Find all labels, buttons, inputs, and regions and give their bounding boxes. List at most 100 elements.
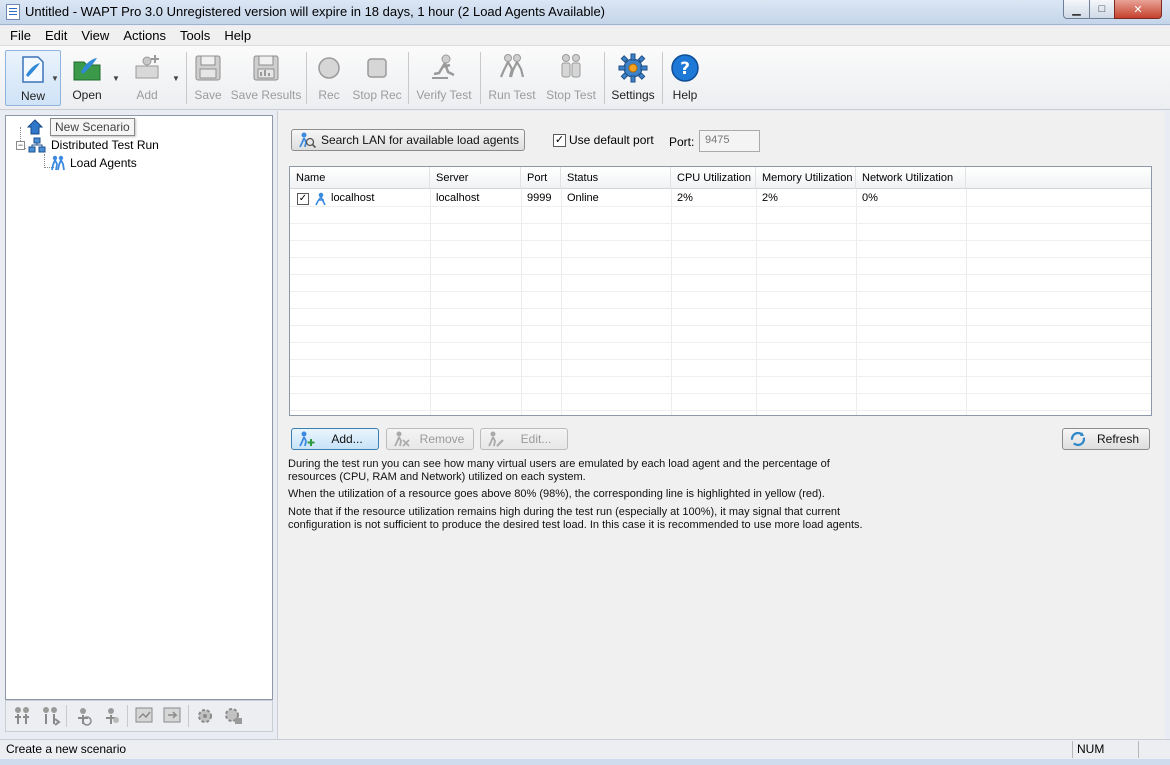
- add-scenario-icon: [135, 55, 159, 79]
- run-test-button[interactable]: Run Test: [485, 50, 539, 106]
- agent-name: localhost: [331, 192, 375, 204]
- stop-rec-button[interactable]: Stop Rec: [352, 50, 402, 106]
- menu-edit[interactable]: Edit: [38, 28, 74, 43]
- use-default-port-checkbox[interactable]: ✓: [553, 133, 566, 147]
- menu-file[interactable]: File: [3, 28, 38, 43]
- rec-button[interactable]: Rec: [311, 50, 347, 106]
- table-row-empty: [290, 394, 1151, 411]
- table-row-empty: [290, 360, 1151, 377]
- use-default-port-row[interactable]: ✓ Use default port: [553, 133, 654, 147]
- open-button[interactable]: Open: [64, 50, 110, 106]
- menu-bar: File Edit View Actions Tools Help: [0, 26, 1170, 46]
- remove-agent-label: Remove: [419, 432, 465, 446]
- table-header: Name Server Port Status CPU Utilization …: [290, 167, 1151, 189]
- save-results-label: Save Results: [230, 88, 302, 102]
- edit-agent-button[interactable]: Edit...: [480, 428, 568, 450]
- save-button[interactable]: Save: [190, 50, 226, 106]
- remove-agent-button[interactable]: Remove: [386, 428, 474, 450]
- add-label: Add: [136, 88, 158, 102]
- maximize-button[interactable]: □: [1089, 0, 1115, 19]
- new-dropdown-arrow[interactable]: ▼: [50, 50, 60, 106]
- search-lan-button[interactable]: Search LAN for available load agents: [291, 129, 525, 151]
- search-lan-label: Search LAN for available load agents: [320, 133, 520, 147]
- minimize-button[interactable]: ▁: [1063, 0, 1090, 19]
- edit-agent-label: Edit...: [520, 432, 552, 446]
- edit-agent-icon: [488, 431, 504, 447]
- num-lock-indicator: NUM: [1072, 741, 1139, 758]
- tree-node-distributed-test-run[interactable]: Distributed Test Run: [28, 137, 159, 153]
- stop-test-button[interactable]: Stop Test: [543, 50, 599, 106]
- table-row-empty: [290, 343, 1151, 360]
- cell-status: Online: [567, 192, 599, 204]
- toolbar-separator: [480, 52, 481, 104]
- refresh-label: Refresh: [1096, 432, 1140, 446]
- help-label: Help: [672, 88, 698, 102]
- column-header-network-utilization[interactable]: Network Utilization: [856, 167, 966, 189]
- record-icon: [318, 57, 340, 79]
- add-agent-icon[interactable]: [10, 705, 34, 727]
- verify-test-label: Verify Test: [416, 88, 472, 102]
- info-paragraph-utilization: During the test run you can see how many…: [288, 458, 830, 483]
- add-button[interactable]: Add: [126, 50, 168, 106]
- table-row-empty: [290, 292, 1151, 309]
- status-bar: Create a new scenario NUM: [0, 739, 1170, 759]
- add-dropdown-arrow[interactable]: ▼: [171, 50, 181, 106]
- save-results-button[interactable]: Save Results: [230, 50, 302, 106]
- column-header-cpu-utilization[interactable]: CPU Utilization: [671, 167, 756, 189]
- menu-actions[interactable]: Actions: [116, 28, 173, 43]
- settings-button[interactable]: Settings: [608, 50, 658, 106]
- tree-root-node[interactable]: [26, 118, 44, 136]
- agent-enabled-checkbox[interactable]: ✓: [297, 192, 309, 205]
- column-header-memory-utilization[interactable]: Memory Utilization: [756, 167, 856, 189]
- stop-test-label: Stop Test: [546, 88, 596, 102]
- toolbar-separator: [662, 52, 663, 104]
- tree-expander-collapse[interactable]: −: [16, 141, 25, 150]
- tree-toolbar-separator: [188, 705, 189, 727]
- report-export-icon[interactable]: [160, 705, 184, 727]
- report-icon[interactable]: [132, 705, 156, 727]
- column-header-server[interactable]: Server: [430, 167, 521, 189]
- load-agent-icon: [315, 192, 326, 205]
- toolbar-separator: [306, 52, 307, 104]
- refresh-button[interactable]: Refresh: [1062, 428, 1150, 450]
- gear-settings-icon[interactable]: [221, 705, 245, 727]
- info-paragraph-highlight: When the utilization of a resource goes …: [288, 488, 825, 500]
- cell-memory-utilization: 2%: [762, 192, 778, 204]
- gear-icon[interactable]: [193, 705, 217, 727]
- close-button[interactable]: ✕: [1114, 0, 1162, 19]
- menu-view[interactable]: View: [74, 28, 116, 43]
- remove-agent-icon[interactable]: [38, 705, 62, 727]
- help-button[interactable]: ? Help: [666, 50, 704, 106]
- refresh-icon: [1070, 431, 1086, 447]
- table-row[interactable]: ✓ localhost localhost 9999 Online 2% 2% …: [290, 190, 1151, 207]
- menu-help[interactable]: Help: [217, 28, 258, 43]
- verify-test-icon: [432, 54, 455, 79]
- scenario-tree-panel: − Distributed Test Run Load Agents: [5, 115, 273, 700]
- menu-tools[interactable]: Tools: [173, 28, 217, 43]
- cell-network-utilization: 0%: [862, 192, 878, 204]
- stop-rec-label: Stop Rec: [352, 88, 402, 102]
- cell-port: 9999: [527, 192, 552, 204]
- add-agent-button[interactable]: Add...: [291, 428, 379, 450]
- column-header-status[interactable]: Status: [561, 167, 671, 189]
- verify-test-button[interactable]: Verify Test: [413, 50, 475, 106]
- table-row-empty: [290, 377, 1151, 394]
- chevron-down-icon: ▼: [172, 74, 180, 83]
- tree-node-load-agents[interactable]: Load Agents: [50, 155, 137, 171]
- profile-settings-icon[interactable]: [71, 705, 95, 727]
- tree-label-distributed-test-run: Distributed Test Run: [51, 138, 159, 152]
- table-row-empty: [290, 207, 1151, 224]
- port-input[interactable]: 9475: [699, 130, 760, 152]
- new-label: New: [20, 89, 45, 103]
- svg-text:?: ?: [680, 59, 690, 79]
- open-dropdown-arrow[interactable]: ▼: [111, 50, 121, 106]
- cell-cpu-utilization: 2%: [677, 192, 693, 204]
- port-label: Port:: [669, 135, 695, 149]
- info-paragraph-recommendation: Note that if the resource utilization re…: [288, 506, 863, 531]
- column-header-port[interactable]: Port: [521, 167, 561, 189]
- table-row-empty: [290, 326, 1151, 343]
- gear-icon: [618, 53, 648, 83]
- column-header-name[interactable]: Name: [290, 167, 430, 189]
- profile-options-icon[interactable]: [99, 705, 123, 727]
- stop-icon: [367, 58, 387, 78]
